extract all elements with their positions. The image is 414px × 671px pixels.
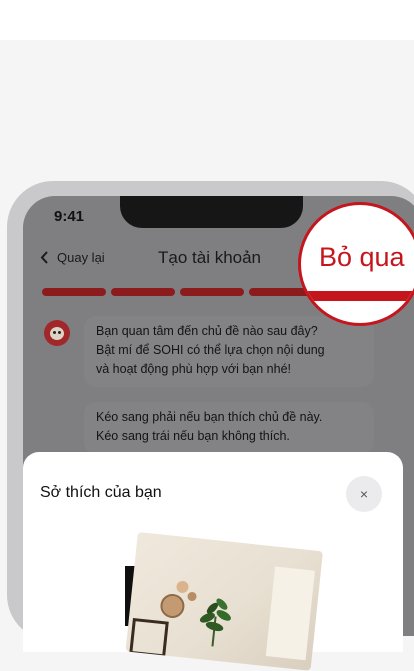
sohi-mascot-avatar (44, 320, 70, 346)
skip-button-label: Bỏ qua (319, 242, 405, 272)
topic-card-image[interactable] (125, 532, 323, 671)
plant-icon (199, 598, 231, 647)
chat-line: Bật mí để SOHI có thể lựa chọn nội dung (96, 343, 325, 357)
picture-frame (129, 617, 169, 658)
status-time: 9:41 (54, 208, 85, 225)
chat-line: và hoạt động phù hợp với bạn nhé! (96, 362, 292, 376)
back-button[interactable]: Quay lại (40, 250, 105, 265)
progress-segment (111, 288, 175, 296)
skip-zoom-callout[interactable]: Bỏ qua (298, 202, 414, 326)
phone-notch (120, 196, 303, 228)
chat-bubble: Bạn quan tâm đến chủ đề nào sau đây? Bật… (84, 316, 374, 387)
page-title: Tạo tài khoản (158, 248, 262, 267)
wall-plate (187, 591, 197, 602)
progress-segment (180, 288, 244, 296)
chat-line: Bạn quan tâm đến chủ đề nào sau đây? (96, 324, 318, 338)
close-icon: × (359, 486, 369, 502)
chat-line: Kéo sang trái nếu bạn không thích. (96, 429, 290, 443)
close-button[interactable]: × (346, 476, 382, 512)
chevron-left-icon (40, 251, 48, 264)
progress-segment-zoomed (301, 291, 414, 301)
wall-plate (159, 592, 186, 620)
chat-line: Kéo sang phải nếu bạn thích chủ đề này. (96, 410, 323, 424)
window-light (265, 566, 315, 661)
wall-plate (175, 580, 190, 594)
progress-segment (42, 288, 106, 296)
chat-bubble: Kéo sang phải nếu bạn thích chủ đề này. … (84, 402, 374, 454)
sheet-title: Sở thích của bạn (40, 484, 162, 501)
back-label: Quay lại (57, 250, 105, 265)
top-band (0, 0, 414, 40)
